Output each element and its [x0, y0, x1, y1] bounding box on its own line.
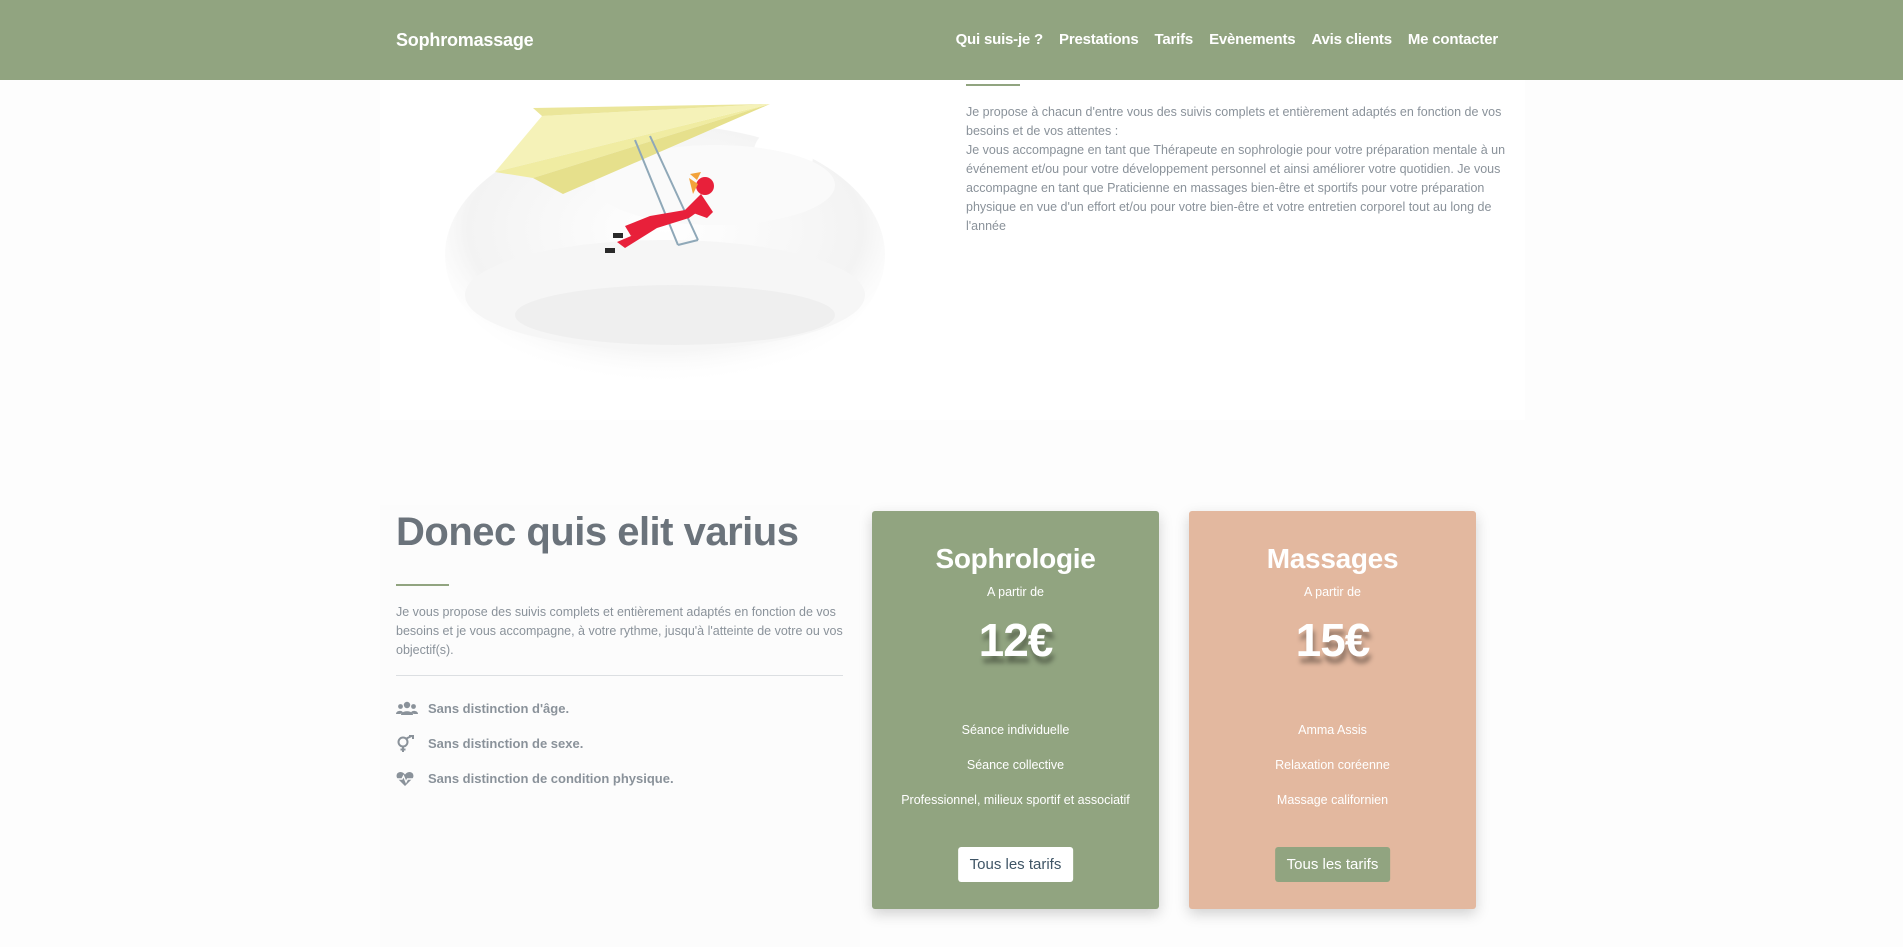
nav-link-evenements[interactable]: Evènements [1209, 31, 1296, 48]
feature-list: Sans distinction d'âge. Sans distinction… [396, 691, 674, 796]
nav-link-qui-suis-je[interactable]: Qui suis-je ? [956, 31, 1044, 48]
navbar: Sophromassage Qui suis-je ? Prestations … [0, 0, 1903, 80]
card-item: Massage californien [1276, 793, 1389, 807]
feature-item: Sans distinction d'âge. [396, 691, 674, 726]
feature-item: Sans distinction de sexe. [396, 726, 674, 761]
card-item: Relaxation coréenne [1275, 758, 1390, 772]
section-divider [396, 675, 843, 676]
card-item: Séance individuelle [961, 723, 1070, 737]
paraglider-illustration [445, 104, 885, 380]
brand-link[interactable]: Sophromassage [396, 30, 534, 51]
heartbeat-icon [396, 771, 428, 787]
feature-label: Sans distinction d'âge. [428, 701, 570, 716]
about-paragraph: Je propose à chacun d'entre vous des sui… [966, 105, 1502, 138]
all-prices-button[interactable]: Tous les tarifs [1274, 847, 1391, 882]
about-divider [966, 84, 1020, 86]
pricing-card-massages: Massages A partir de 15€ Amma Assis Rela… [1189, 511, 1476, 909]
card-item: Amma Assis [1298, 723, 1367, 737]
nav-link-me-contacter[interactable]: Me contacter [1408, 31, 1498, 48]
section-description: Je vous propose des suivis complets et e… [396, 605, 843, 657]
card-title: Sophrologie [935, 543, 1096, 574]
gender-icon [396, 734, 428, 753]
about-paragraph: Je vous accompagne en tant que Thérapeut… [966, 143, 1506, 233]
nav-link-prestations[interactable]: Prestations [1059, 31, 1139, 48]
card-items: Séance individuelle Séance collective Pr… [872, 721, 1159, 810]
feature-label: Sans distinction de sexe. [428, 736, 584, 751]
section-title: Donec quis elit varius [396, 510, 799, 554]
users-icon [396, 701, 428, 716]
card-items: Amma Assis Relaxation coréenne Massage c… [1189, 721, 1476, 810]
card-price: 12€ [978, 614, 1054, 666]
card-from-label: A partir de [1304, 585, 1361, 599]
card-item: Professionnel, milieux sportif et associ… [901, 793, 1130, 807]
feature-item: Sans distinction de condition physique. [396, 761, 674, 796]
about-text: Je propose à chacun d'entre vous des sui… [966, 103, 1506, 236]
all-prices-button[interactable]: Tous les tarifs [957, 847, 1074, 882]
nav-link-avis-clients[interactable]: Avis clients [1311, 31, 1392, 48]
nav-menu: Qui suis-je ? Prestations Tarifs Evèneme… [956, 31, 1499, 48]
card-title: Massages [1266, 543, 1399, 574]
pricing-card-sophrologie: Sophrologie A partir de 12€ Séance indiv… [872, 511, 1159, 909]
nav-link-tarifs[interactable]: Tarifs [1155, 31, 1194, 48]
card-from-label: A partir de [987, 585, 1044, 599]
card-price: 15€ [1295, 614, 1371, 666]
card-item: Séance collective [966, 758, 1065, 772]
feature-label: Sans distinction de condition physique. [428, 771, 674, 786]
title-divider [396, 584, 449, 586]
